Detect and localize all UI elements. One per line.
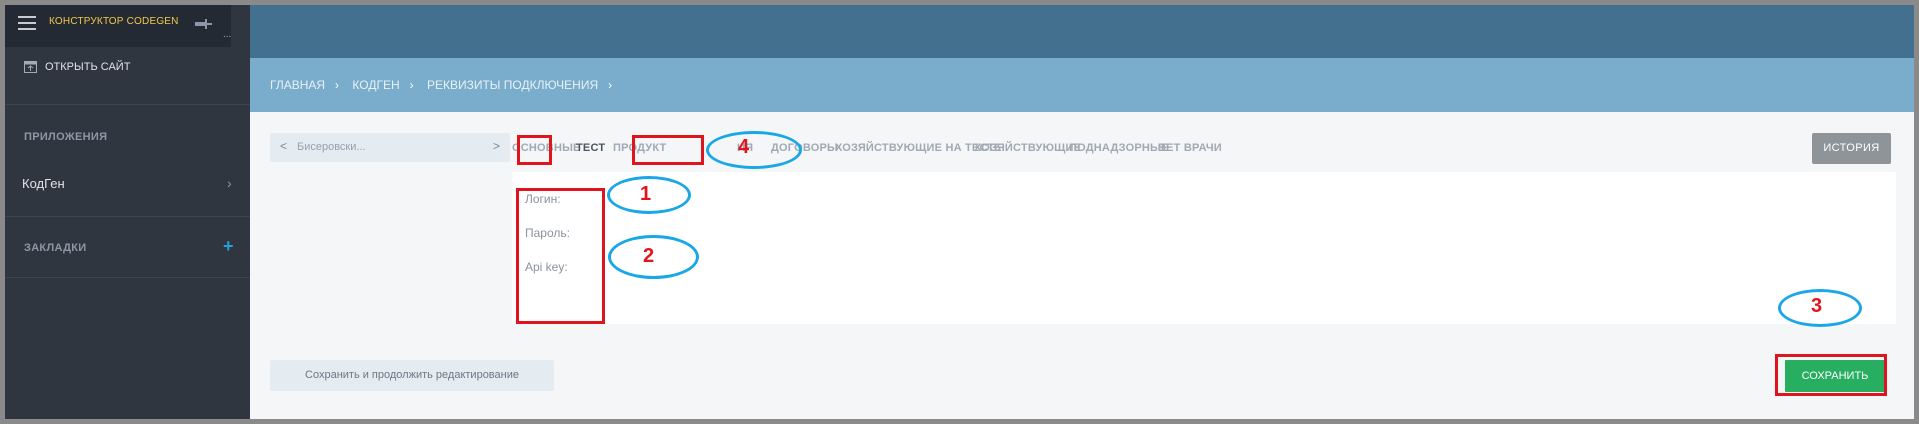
main-content: < Бисеровски... > ОСНОВНЫЕ ТЕСТ ПРОДУКТ …	[250, 112, 1914, 419]
next-object-icon[interactable]: >	[493, 139, 500, 153]
breadcrumb-separator-icon: ›	[608, 78, 613, 92]
object-navigator-label: Бисеровски...	[297, 141, 366, 153]
app-title: КОНСТРУКТОР CODEGEN	[49, 16, 179, 27]
sidebar-header-gap	[231, 5, 250, 47]
form-panel: Логин: Пароль: Api key:	[512, 172, 1896, 324]
save-and-continue-button[interactable]: Сохранить и продолжить редактирование	[270, 360, 554, 391]
chevron-right-icon[interactable]: ›	[227, 175, 232, 191]
breadcrumb: ГЛАВНАЯ › КОДГЕН › РЕКВИЗИТЫ ПОДКЛЮЧЕНИЯ ›	[270, 78, 622, 92]
sidebar-divider	[5, 216, 250, 217]
sidebar-divider	[5, 277, 250, 278]
pin-icon[interactable]	[193, 17, 213, 31]
open-site-link[interactable]: ОТКРЫТЬ САЙТ	[45, 61, 130, 73]
breadcrumb-separator-icon: ›	[335, 78, 340, 92]
sidebar-divider	[5, 104, 250, 105]
tab-entities[interactable]: ХОЗЯЙСТВУЮЩИЕ	[974, 142, 1081, 154]
sidebar-header: КОНСТРУКТОР CODEGEN ...	[5, 5, 250, 47]
bookmarks-section-title: ЗАКЛАДКИ	[24, 242, 87, 254]
annotation-ellipse-4	[706, 131, 802, 169]
sidebar: КОНСТРУКТОР CODEGEN ... ОТКРЫТЬ САЙТ ПРИ…	[5, 5, 250, 419]
top-bar	[250, 5, 1914, 58]
sidebar-item-codegen[interactable]: КодГен	[22, 176, 65, 191]
apps-section-title: ПРИЛОЖЕНИЯ	[24, 131, 108, 143]
annotation-number-1: 1	[640, 183, 652, 205]
breadcrumb-codegen[interactable]: КОДГЕН	[352, 78, 399, 92]
tab-test[interactable]: ТЕСТ	[576, 142, 605, 154]
annotation-number-4: 4	[738, 136, 750, 158]
open-site-icon	[24, 61, 37, 73]
annotation-number-2: 2	[643, 245, 655, 267]
annotation-box-test-tab	[517, 135, 552, 165]
tab-vets[interactable]: ВЕТ ВРАЧИ	[1158, 142, 1222, 154]
breadcrumb-separator-icon: ›	[409, 78, 414, 92]
breadcrumb-connection-details[interactable]: РЕКВИЗИТЫ ПОДКЛЮЧЕНИЯ	[427, 78, 598, 92]
annotation-box-fields	[516, 188, 605, 324]
tab-supervised[interactable]: ПОДНАДЗОРНЫЕ	[1069, 142, 1169, 154]
add-bookmark-icon[interactable]: +	[223, 237, 234, 255]
annotation-number-3: 3	[1811, 295, 1823, 317]
menu-icon[interactable]	[18, 16, 36, 30]
annotation-box-product-tab	[632, 135, 704, 165]
breadcrumb-home[interactable]: ГЛАВНАЯ	[270, 78, 325, 92]
object-navigator[interactable]: < Бисеровски... >	[270, 133, 510, 162]
breadcrumb-bar: ГЛАВНАЯ › КОДГЕН › РЕКВИЗИТЫ ПОДКЛЮЧЕНИЯ ›	[250, 58, 1914, 112]
app-window: КОНСТРУКТОР CODEGEN ... ОТКРЫТЬ САЙТ ПРИ…	[5, 5, 1914, 419]
history-button[interactable]: ИСТОРИЯ	[1812, 133, 1891, 164]
annotation-box-save	[1775, 354, 1887, 396]
prev-object-icon[interactable]: <	[280, 139, 287, 153]
